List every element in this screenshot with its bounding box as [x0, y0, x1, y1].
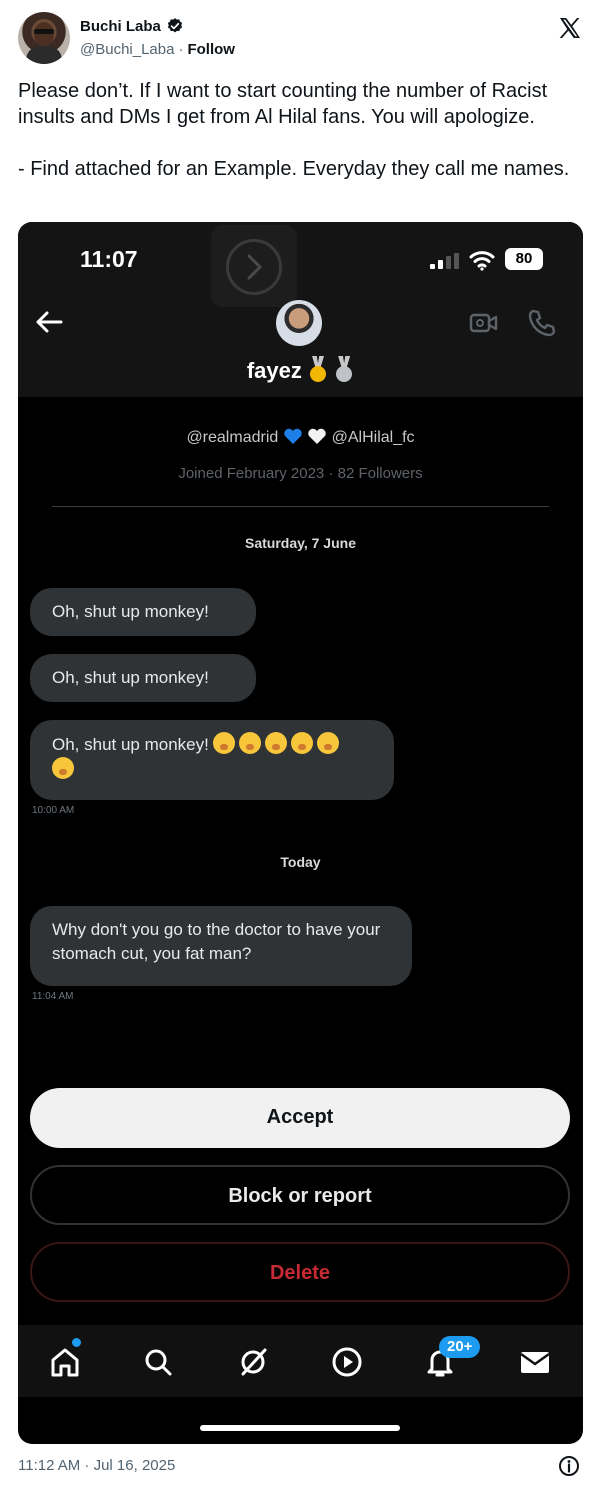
blue-heart-icon: [284, 428, 302, 444]
message-bubble[interactable]: Why don't you go to the doctor to have y…: [30, 906, 412, 986]
home-indicator-bar[interactable]: [200, 1425, 400, 1431]
tweet-paragraph-2: - Find attached for an Example. Everyday…: [18, 158, 570, 180]
tweet-paragraph-1: Please don’t. If I want to start countin…: [18, 80, 548, 128]
avatar-shirt: [26, 46, 62, 64]
handle-separator: ·: [178, 41, 184, 58]
search-icon[interactable]: [141, 1345, 175, 1379]
joined-info: Joined February 2023 · 82 Followers: [178, 465, 423, 482]
delete-button[interactable]: Delete: [30, 1242, 570, 1302]
message-timestamp: 10:00 AM: [32, 805, 75, 816]
shushing-face-emoji-icon: [212, 732, 235, 754]
contact-avatar[interactable]: [276, 300, 322, 346]
silver-medal-icon: [334, 356, 354, 384]
grok-icon[interactable]: [236, 1345, 270, 1379]
message-timestamp: 11:04 AM: [32, 991, 74, 1002]
bottom-tab-bar: [18, 1325, 583, 1397]
verified-badge-icon: [167, 18, 182, 33]
bio-mention-realmadrid[interactable]: @realmadrid: [186, 429, 278, 446]
shushing-face-emoji-icon: [238, 732, 261, 754]
dm-top-bar: 11:07 80 fayez: [18, 222, 583, 397]
tweet-timestamp[interactable]: 11:12 AM · Jul 16, 2025: [18, 1457, 175, 1474]
contact-bio: @realmadrid @AlHilal_fc: [18, 427, 583, 447]
profile-divider: [52, 506, 549, 507]
info-icon[interactable]: [558, 1455, 580, 1477]
shushing-face-emoji-icon: [290, 732, 313, 754]
message-bubble[interactable]: Oh, shut up monkey!: [30, 654, 256, 702]
shushing-face-emoji-icon: [52, 757, 74, 779]
bio-mention-alhilal[interactable]: @AlHilal_fc: [332, 429, 415, 446]
message-text: Oh, shut up monkey!: [52, 602, 209, 621]
shushing-face-emoji-icon: [264, 732, 287, 754]
follow-button[interactable]: Follow: [187, 41, 235, 58]
x-logo-icon[interactable]: [558, 16, 582, 40]
attached-screenshot[interactable]: 11:07 80 fayez @realmadrid @AlHilal_fc J…: [18, 222, 583, 1444]
date-separator-saturday: Saturday, 7 June: [244, 535, 356, 551]
wifi-icon: [469, 251, 495, 271]
messages-envelope-icon[interactable]: [518, 1345, 552, 1379]
block-or-report-button[interactable]: Block or report: [30, 1165, 570, 1225]
status-time: 11:07: [80, 246, 138, 272]
notification-count-badge: 20+: [439, 1336, 481, 1358]
contact-name-row: fayez: [18, 356, 583, 384]
contact-name: fayez: [246, 358, 302, 383]
author-name-row: Buchi Laba: [80, 17, 184, 35]
battery-indicator: 80: [505, 248, 543, 270]
phone-call-icon[interactable]: [527, 308, 557, 338]
author-handle-row: @Buchi_Laba · Follow: [80, 41, 235, 58]
message-bubble[interactable]: Oh, shut up monkey!: [30, 588, 256, 636]
message-bubble[interactable]: Oh, shut up monkey!: [30, 720, 394, 800]
gold-medal-icon: [308, 356, 328, 384]
accept-button[interactable]: Accept: [30, 1088, 570, 1148]
white-heart-icon: [308, 428, 326, 444]
home-unread-dot: [72, 1338, 81, 1347]
video-play-icon[interactable]: [330, 1345, 364, 1379]
message-text: Why don't you go to the doctor to have y…: [52, 920, 381, 963]
date-separator-today: Today: [280, 854, 321, 870]
author-avatar[interactable]: [18, 12, 70, 64]
avatar-face: [34, 22, 54, 46]
message-text: Oh, shut up monkey!: [52, 735, 209, 754]
cellular-signal-icon: [430, 253, 459, 269]
video-call-icon[interactable]: [469, 310, 499, 336]
shushing-face-emoji-icon: [316, 732, 339, 754]
back-arrow-icon[interactable]: [34, 310, 64, 334]
message-text: Oh, shut up monkey!: [52, 668, 209, 687]
avatar-sunglasses: [34, 29, 54, 34]
author-name[interactable]: Buchi Laba: [80, 18, 161, 35]
home-icon[interactable]: [48, 1345, 82, 1379]
chevron-right-icon[interactable]: [226, 239, 282, 295]
author-handle[interactable]: @Buchi_Laba: [80, 41, 174, 58]
tweet-header: Buchi Laba @Buchi_Laba · Follow: [18, 12, 584, 68]
tweet-text: Please don’t. If I want to start countin…: [18, 78, 584, 182]
